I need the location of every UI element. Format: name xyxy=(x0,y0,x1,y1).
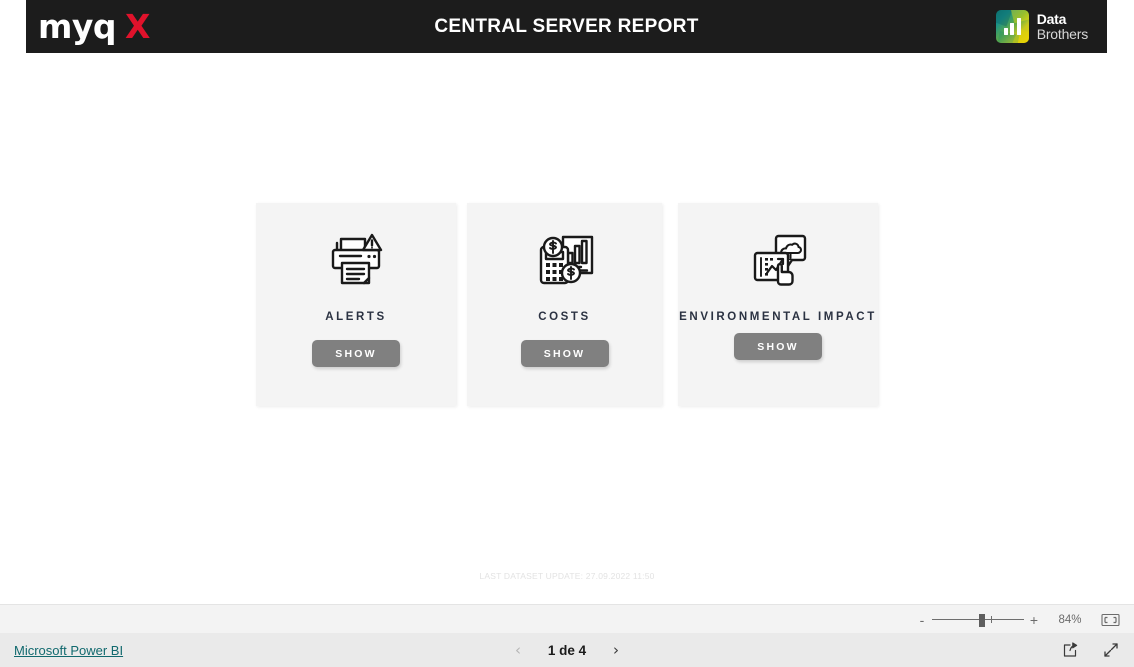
data-brothers-line1: Data xyxy=(1036,10,1067,27)
viewer-zoom-bar: - + 84% xyxy=(0,604,1134,635)
data-brothers-logo: Data Brothers xyxy=(995,7,1089,46)
status-bar-actions xyxy=(1062,641,1120,659)
card-alerts[interactable]: ALERTS SHOW xyxy=(256,203,456,406)
zoom-out-button[interactable]: - xyxy=(915,613,929,627)
zoom-in-button[interactable]: + xyxy=(1027,613,1041,627)
zoom-level-value: 84% xyxy=(1058,613,1082,626)
share-icon[interactable] xyxy=(1062,641,1080,659)
page-indicator: 1 de 4 xyxy=(547,642,587,658)
dataset-update-note: LAST DATASET UPDATE: 27.09.2022 11:50 xyxy=(479,571,655,581)
environment-analytics-hand-icon xyxy=(748,231,808,291)
data-brothers-line2: Brothers xyxy=(1036,25,1089,42)
page-navigation: ‹ 1 de 4 › xyxy=(0,642,1134,658)
calculator-money-chart-icon xyxy=(535,231,595,291)
navigation-cards: ALERTS SHOW COSTS SHOW ENVIRONMENTAL IMP… xyxy=(256,203,878,406)
report-header: myq X CENTRAL SERVER REPORT Data Brother… xyxy=(26,0,1107,53)
fit-to-page-icon[interactable] xyxy=(1101,613,1120,627)
zoom-slider-handle[interactable] xyxy=(979,613,985,627)
zoom-slider-track xyxy=(932,619,1024,620)
bar-chart-logo-icon xyxy=(995,10,1029,43)
chevron-right-icon[interactable]: › xyxy=(609,642,623,658)
card-environmental-impact[interactable]: ENVIRONMENTAL IMPACT SHOW xyxy=(678,203,878,406)
report-canvas: myq X CENTRAL SERVER REPORT Data Brother… xyxy=(0,0,1134,604)
printer-alert-icon xyxy=(325,231,387,291)
show-button-costs[interactable]: SHOW xyxy=(520,340,609,367)
data-brothers-wordmark: Data Brothers xyxy=(1036,10,1089,42)
card-label-costs: COSTS xyxy=(538,311,591,323)
viewer-status-bar: Microsoft Power BI ‹ 1 de 4 › xyxy=(0,633,1134,667)
card-label-environmental-impact: ENVIRONMENTAL IMPACT xyxy=(679,311,877,323)
show-button-alerts[interactable]: SHOW xyxy=(312,340,400,367)
page-title: CENTRAL SERVER REPORT xyxy=(434,16,699,37)
card-label-alerts: ALERTS xyxy=(325,311,387,323)
chevron-left-icon[interactable]: ‹ xyxy=(511,642,525,658)
zoom-slider[interactable] xyxy=(932,613,1024,627)
card-costs[interactable]: COSTS SHOW xyxy=(467,203,662,406)
show-button-environmental-impact[interactable]: SHOW xyxy=(734,333,822,360)
fullscreen-icon[interactable] xyxy=(1102,641,1120,659)
zoom-controls: - + 84% xyxy=(915,605,1120,634)
zoom-slider-tick xyxy=(991,616,992,623)
